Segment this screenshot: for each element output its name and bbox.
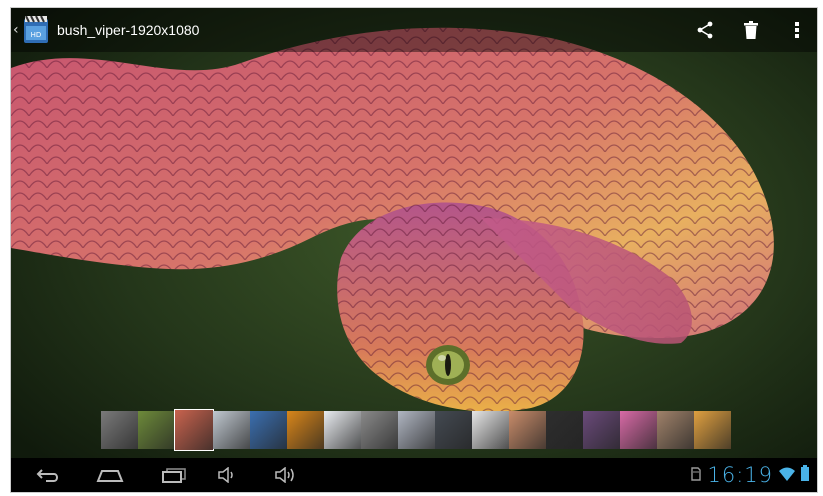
filmstrip-thumbnail[interactable] [472, 411, 509, 449]
filmstrip-thumbnail[interactable] [657, 411, 694, 449]
filmstrip-thumbnail[interactable] [138, 411, 175, 449]
clock: 16:19 [707, 463, 773, 487]
share-icon[interactable] [695, 19, 715, 41]
gallery-screen: ‹ HD bush_viper-1920x1080 16:19 [10, 7, 818, 493]
battery-icon [801, 465, 809, 485]
action-icons [695, 8, 807, 52]
overflow-menu-icon[interactable] [787, 19, 807, 41]
recent-apps-icon[interactable] [149, 458, 199, 492]
filmstrip-thumbnail[interactable] [620, 411, 657, 449]
status-area: 16:19 [691, 458, 809, 492]
filmstrip-thumbnail[interactable] [435, 411, 472, 449]
filmstrip-thumbnail[interactable] [287, 411, 324, 449]
filmstrip-thumbnail[interactable] [398, 411, 435, 449]
wifi-icon [779, 466, 795, 485]
filmstrip-thumbnail[interactable] [101, 411, 138, 449]
home-icon[interactable] [85, 458, 135, 492]
system-nav-bar: 16:19 [11, 458, 817, 492]
filmstrip-thumbnail[interactable] [250, 411, 287, 449]
filmstrip-thumbnail[interactable] [694, 411, 731, 449]
filmstrip-thumbnail[interactable] [583, 411, 620, 449]
back-chevron-icon[interactable]: ‹ [13, 22, 21, 38]
volume-down-icon[interactable] [207, 458, 247, 492]
filmstrip-thumbnail[interactable] [546, 411, 583, 449]
image-title: bush_viper-1920x1080 [57, 22, 200, 38]
delete-icon[interactable] [741, 19, 761, 41]
filmstrip-thumbnail[interactable] [174, 409, 214, 451]
filmstrip-thumbnail[interactable] [509, 411, 546, 449]
sd-card-icon [691, 466, 702, 485]
back-icon[interactable] [23, 458, 73, 492]
filmstrip-thumbnail[interactable] [361, 411, 398, 449]
gallery-app-icon[interactable]: HD [23, 15, 49, 44]
filmstrip-thumbnail[interactable] [213, 411, 250, 449]
volume-up-icon[interactable] [265, 458, 305, 492]
thumbnail-filmstrip [101, 409, 731, 451]
action-bar: ‹ HD bush_viper-1920x1080 [11, 8, 817, 52]
svg-text:HD: HD [31, 31, 42, 39]
filmstrip-thumbnail[interactable] [324, 411, 361, 449]
